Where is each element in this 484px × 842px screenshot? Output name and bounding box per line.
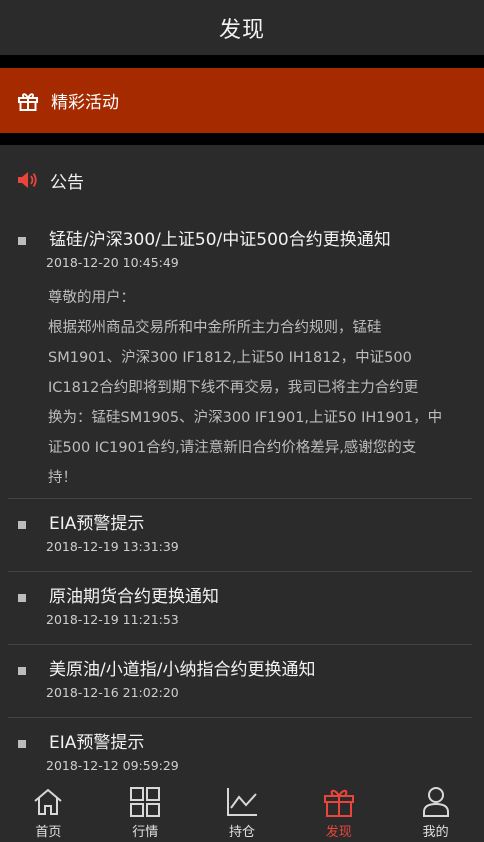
tab-label: 首页	[35, 825, 62, 840]
notice-item[interactable]: 锰硅/沪深300/上证50/中证500合约更换通知 2018-12-20 10:…	[8, 215, 472, 499]
gift-icon	[17, 90, 39, 112]
user-icon	[419, 785, 453, 819]
notice-title: EIA预警提示	[49, 733, 145, 753]
notice-title: 原油期货合约更换通知	[49, 587, 219, 607]
tab-label: 发现	[325, 825, 352, 840]
notice-title: 美原油/小道指/小纳指合约更换通知	[49, 660, 316, 680]
notice-body-line: 持！	[48, 470, 77, 486]
home-icon	[31, 785, 65, 819]
notice-time: 2018-12-19 11:21:53	[46, 612, 179, 627]
notice-body-line: 换为：锰硅SM1905、沪深300 IF1901,上证50 IH1901，中	[48, 410, 443, 426]
tab-profile[interactable]: 我的	[387, 783, 484, 842]
notice-label: 公告	[50, 172, 84, 193]
gift-icon	[322, 785, 356, 819]
bullet-icon	[18, 740, 26, 748]
tab-market[interactable]: 行情	[97, 783, 194, 842]
grid-icon	[128, 785, 162, 819]
notice-time: 2018-12-19 13:31:39	[46, 539, 179, 554]
notice-time: 2018-12-20 10:45:49	[46, 255, 179, 270]
tab-positions[interactable]: 持仓	[194, 783, 291, 842]
bullet-icon	[18, 667, 26, 675]
notice-body: 尊敬的用户： 根据郑州商品交易所和中金所所主力合约规则，锰硅 SM1901、沪深…	[8, 271, 472, 493]
activities-banner[interactable]: 精彩活动	[0, 68, 484, 133]
activities-label: 精彩活动	[51, 93, 119, 113]
speaker-icon	[16, 170, 38, 190]
notice-item[interactable]: 美原油/小道指/小纳指合约更换通知 2018-12-16 21:02:20	[8, 645, 472, 718]
bullet-icon	[18, 521, 26, 529]
tab-label: 行情	[132, 825, 159, 840]
notice-body-line: SM1901、沪深300 IF1812,上证50 IH1812，中证500	[48, 350, 412, 366]
header-bar: 发现	[0, 0, 484, 55]
line-chart-icon	[225, 785, 259, 819]
tab-label: 持仓	[228, 825, 255, 840]
notice-body-line: 尊敬的用户：	[48, 290, 135, 306]
notice-time: 2018-12-12 09:59:29	[46, 758, 179, 773]
page-title: 发现	[218, 17, 265, 43]
notice-item[interactable]: EIA预警提示 2018-12-19 13:31:39	[8, 499, 472, 572]
bullet-icon	[18, 237, 26, 245]
tab-home[interactable]: 首页	[0, 783, 97, 842]
app-root: 发现 精彩活动 公告 锰硅/沪深300/上证50/中证500合约更换通知 201…	[0, 0, 484, 842]
notice-body-line: 根据郑州商品交易所和中金所所主力合约规则，锰硅	[48, 320, 382, 336]
notice-time: 2018-12-16 21:02:20	[46, 685, 179, 700]
notice-header: 公告	[0, 145, 484, 215]
notice-title: 锰硅/沪深300/上证50/中证500合约更换通知	[49, 230, 391, 250]
notice-item[interactable]: 原油期货合约更换通知 2018-12-19 11:21:53	[8, 572, 472, 645]
bottom-tab-bar: 首页 行情 持仓 发现 我的	[0, 783, 484, 842]
notice-body-line: 证500 IC1901合约,请注意新旧合约价格差异,感谢您的支	[48, 440, 417, 456]
tab-label: 我的	[422, 825, 449, 840]
notice-body-line: IC1812合约即将到期下线不再交易，我司已将主力合约更	[48, 380, 419, 396]
tab-discover[interactable]: 发现	[290, 783, 387, 842]
bullet-icon	[18, 594, 26, 602]
notice-title: EIA预警提示	[49, 514, 145, 534]
notice-item[interactable]: EIA预警提示 2018-12-12 09:59:29	[8, 718, 472, 783]
notice-list: 锰硅/沪深300/上证50/中证500合约更换通知 2018-12-20 10:…	[0, 215, 484, 783]
notice-section: 公告 锰硅/沪深300/上证50/中证500合约更换通知 2018-12-20 …	[0, 145, 484, 783]
